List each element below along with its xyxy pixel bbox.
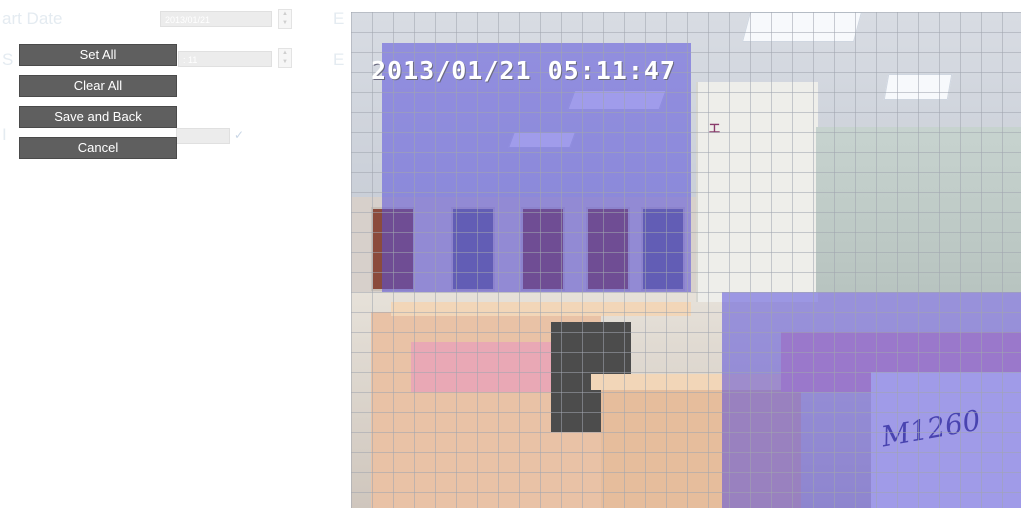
end-date-label: E [333, 9, 345, 28]
end-time-label: E [333, 50, 345, 69]
chevron-down-icon[interactable]: ✓ [234, 128, 244, 142]
time-field[interactable]: : 11 [178, 51, 272, 67]
select-field[interactable] [176, 128, 230, 144]
time-spinner[interactable]: ▲ ▼ [278, 48, 292, 68]
start-date-spinner[interactable]: ▲ ▼ [278, 9, 292, 29]
save-and-back-button[interactable]: Save and Back [19, 106, 177, 128]
set-all-button[interactable]: Set All [19, 44, 177, 66]
motion-grid[interactable] [351, 12, 1021, 508]
cancel-button[interactable]: Cancel [19, 137, 177, 159]
timestamp-overlay: 2013/01/21 05:11:47 [371, 56, 676, 85]
camera-view[interactable]: 工 M1260 2013/01/21 05:11:47 [351, 12, 1021, 508]
start-date-field[interactable]: 2013/01/21 [160, 11, 272, 27]
start-date-label: art Date [2, 9, 63, 28]
row-label-1: S [2, 50, 14, 69]
clear-all-button[interactable]: Clear All [19, 75, 177, 97]
row-label-2: I [2, 125, 7, 144]
